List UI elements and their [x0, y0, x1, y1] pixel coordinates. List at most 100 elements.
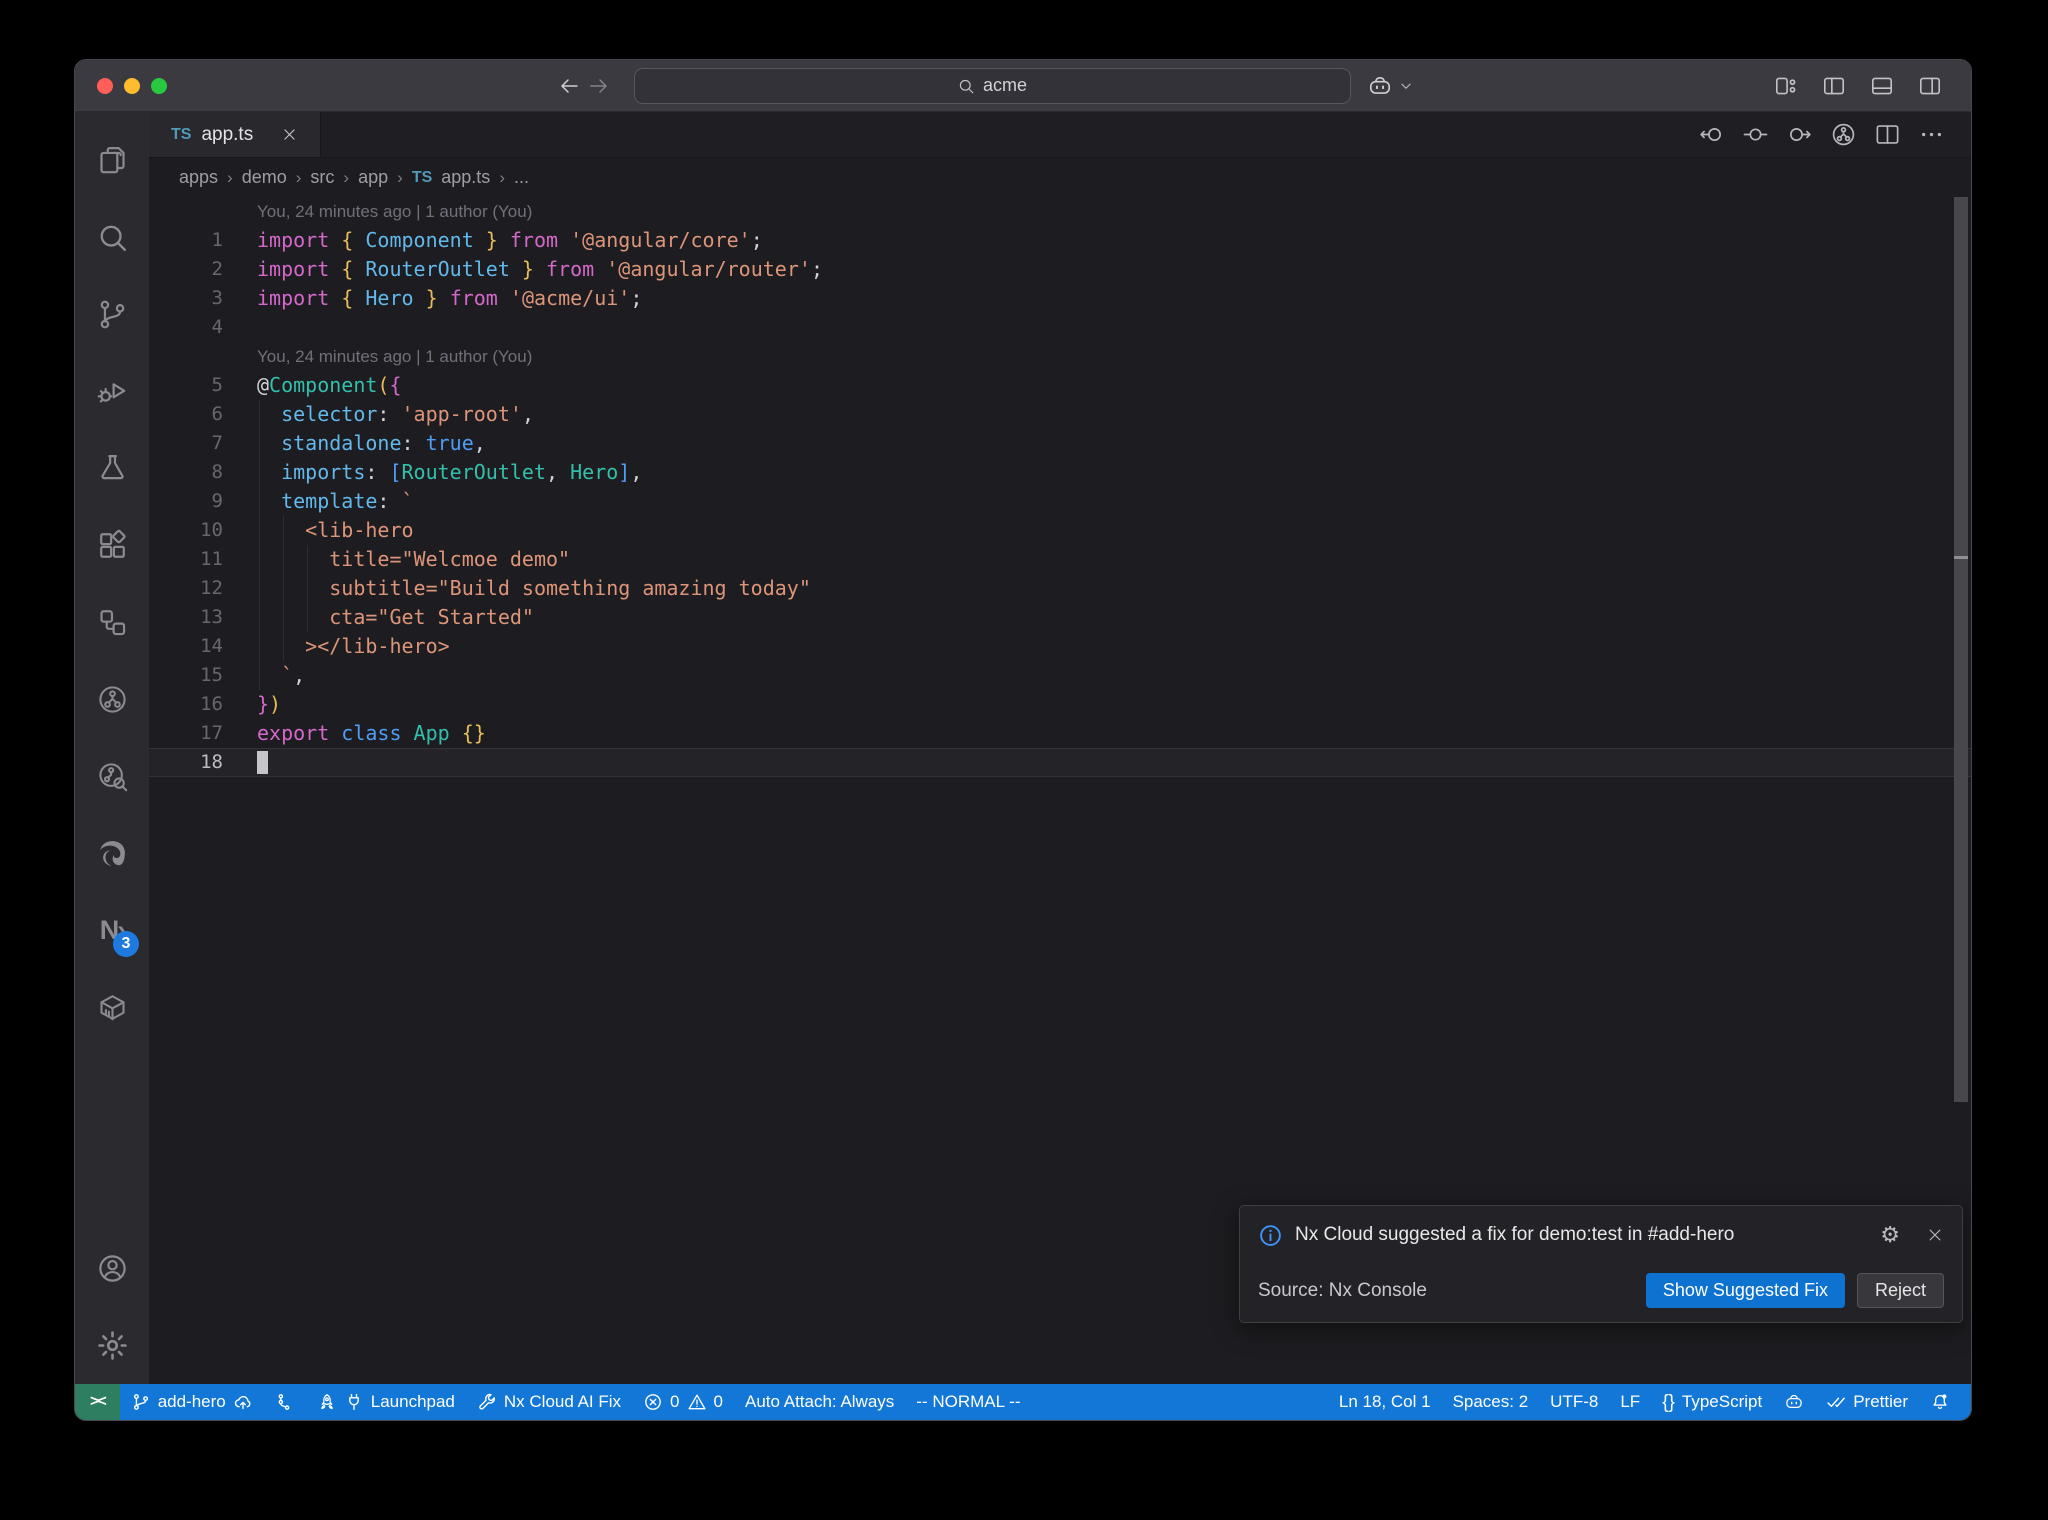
sidebar-item-accounts[interactable]: [75, 1230, 149, 1307]
gitlens-annotations-button[interactable]: [1742, 121, 1769, 148]
code-line[interactable]: 11 title="Welcmoe demo": [149, 545, 1971, 574]
box-icon: [96, 991, 129, 1024]
gitlens-next-change-button[interactable]: [1786, 121, 1813, 148]
statusbar-remote-indicator[interactable]: ><: [75, 1384, 120, 1420]
debug-icon: [96, 375, 129, 408]
statusbar-text: Spaces: 2: [1452, 1392, 1529, 1411]
code-line[interactable]: 12 subtitle="Build something amazing tod…: [149, 574, 1971, 603]
code-line[interactable]: 3 import { Hero } from '@acme/ui';: [149, 284, 1971, 313]
zoom-window-button[interactable]: [151, 77, 167, 94]
command-center-search[interactable]: acme: [633, 67, 1351, 104]
customize-layout-button[interactable]: [1773, 73, 1799, 99]
breadcrumb-item-app[interactable]: app: [358, 167, 388, 188]
sidebar-item-nx-cloud[interactable]: [75, 738, 149, 815]
code-line[interactable]: 17 export class App {}: [149, 719, 1971, 748]
code-line[interactable]: 13 cta="Get Started": [149, 603, 1971, 632]
more-actions-button[interactable]: [1918, 121, 1945, 148]
line-number: 10: [200, 519, 223, 541]
code-line[interactable]: 7 standalone: true,: [149, 429, 1971, 458]
statusbar-indentation[interactable]: Spaces: 2: [1442, 1384, 1540, 1420]
code-line[interactable]: 9 template: `: [149, 487, 1971, 516]
statusbar-problems[interactable]: 00: [632, 1384, 734, 1420]
sidebar-item-source-control[interactable]: [75, 276, 149, 353]
sidebar-item-run-and-debug[interactable]: [75, 353, 149, 430]
sidebar-item-extensions[interactable]: [75, 507, 149, 584]
statusbar-notifications-bell[interactable]: [1919, 1384, 1961, 1420]
statusbar-vim-mode[interactable]: -- NORMAL --: [905, 1384, 1031, 1420]
nx-run-target-button[interactable]: [1830, 121, 1857, 148]
breadcrumb-item-more[interactable]: ...: [514, 167, 529, 188]
line-number: 4: [211, 316, 223, 338]
statusbar-git-branch[interactable]: add-hero: [120, 1384, 264, 1420]
close-window-button[interactable]: [97, 77, 113, 94]
breadcrumb-item-file[interactable]: app.ts: [441, 167, 490, 188]
code-line-content: imports: [RouterOutlet, Hero],: [257, 460, 643, 484]
tab-app-ts[interactable]: TS app.ts: [149, 112, 322, 157]
toggle-panel-button[interactable]: [1869, 73, 1895, 99]
sidebar-item-nx[interactable]: N› 3: [75, 892, 149, 969]
minimize-window-button[interactable]: [124, 77, 140, 94]
git-blame-annotation: You, 24 minutes ago | 1 author (You): [257, 347, 533, 366]
code-line-content: @Component({: [257, 373, 402, 397]
statusbar-formatter[interactable]: Prettier: [1815, 1384, 1919, 1420]
statusbar-encoding[interactable]: UTF-8: [1539, 1384, 1609, 1420]
code-line[interactable]: 14 ></lib-hero>: [149, 632, 1971, 661]
code-line-content: subtitle="Build something amazing today": [257, 576, 811, 600]
notification-settings-icon[interactable]: ⚙: [1880, 1222, 1900, 1248]
statusbar-text: 0: [670, 1392, 680, 1411]
breadcrumb-item-src[interactable]: src: [310, 167, 334, 188]
line-number: 2: [211, 258, 223, 280]
nav-back-button[interactable]: [554, 71, 584, 101]
sidebar-item-containers[interactable]: [75, 969, 149, 1046]
code-line[interactable]: 15 `,: [149, 661, 1971, 690]
breadcrumb-item-apps[interactable]: apps: [179, 167, 218, 188]
code-line[interactable]: 1 import { Component } from '@angular/cor…: [149, 226, 1971, 255]
close-notification-icon[interactable]: [1926, 1226, 1944, 1244]
code-line-content: export class App {}: [257, 721, 486, 745]
statusbar-copilot-status[interactable]: [1773, 1384, 1815, 1420]
statusbar-commit-graph[interactable]: [264, 1384, 306, 1420]
code-line-content: `,: [257, 663, 306, 687]
code-line[interactable]: 4: [149, 313, 1971, 342]
statusbar-nx-cloud-ai-fix[interactable]: Nx Cloud AI Fix: [466, 1384, 632, 1420]
statusbar-cursor-position[interactable]: Ln 18, Col 1: [1328, 1384, 1442, 1420]
sidebar-item-explorer[interactable]: [75, 122, 149, 199]
show-suggested-fix-button[interactable]: Show Suggested Fix: [1645, 1273, 1845, 1308]
scrollbar-thumb[interactable]: [1954, 197, 1968, 1102]
sidebar-item-search[interactable]: [75, 199, 149, 276]
breadcrumb-item-demo[interactable]: demo: [242, 167, 287, 188]
nav-forward-button[interactable]: [584, 71, 614, 101]
sidebar-item-settings[interactable]: [75, 1307, 149, 1384]
git-branch-icon: [131, 1392, 151, 1412]
statusbar-eol[interactable]: LF: [1609, 1384, 1651, 1420]
statusbar-text: Prettier: [1853, 1392, 1908, 1411]
error-icon: [643, 1392, 663, 1412]
copilot-menu[interactable]: [1367, 73, 1415, 99]
line-number: 16: [200, 693, 223, 715]
sidebar-item-edge-tools[interactable]: [75, 815, 149, 892]
toggle-secondary-sidebar-button[interactable]: [1917, 73, 1943, 99]
code-line[interactable]: 10 <lib-hero: [149, 516, 1971, 545]
close-tab-icon[interactable]: [281, 126, 298, 143]
toggle-primary-sidebar-button[interactable]: [1821, 73, 1847, 99]
code-line[interactable]: 6 selector: 'app-root',: [149, 400, 1971, 429]
gitlens-previous-change-button[interactable]: [1698, 121, 1725, 148]
code-line[interactable]: 8 imports: [RouterOutlet, Hero],: [149, 458, 1971, 487]
code-line-content: <lib-hero: [257, 518, 414, 542]
code-line[interactable]: 5 @Component({: [149, 371, 1971, 400]
statusbar-auto-attach[interactable]: Auto Attach: Always: [734, 1384, 905, 1420]
statusbar-text: 0: [713, 1392, 723, 1411]
sidebar-item-testing[interactable]: [75, 430, 149, 507]
statusbar-launchpad[interactable]: Launchpad: [306, 1384, 466, 1420]
split-editor-button[interactable]: [1874, 121, 1901, 148]
statusbar-language-mode[interactable]: {} TypeScript: [1651, 1384, 1773, 1420]
code-line-content: import { RouterOutlet } from '@angular/r…: [257, 257, 823, 281]
reject-button[interactable]: Reject: [1856, 1273, 1944, 1308]
sidebar-item-project-graph[interactable]: [75, 584, 149, 661]
sidebar-item-nx-console[interactable]: [75, 661, 149, 738]
code-line-content: template: `: [257, 489, 414, 513]
code-line[interactable]: 18: [149, 748, 1971, 777]
code-line[interactable]: 16}): [149, 690, 1971, 719]
code-line[interactable]: 2 import { RouterOutlet } from '@angular/…: [149, 255, 1971, 284]
line-number: 9: [211, 490, 223, 512]
